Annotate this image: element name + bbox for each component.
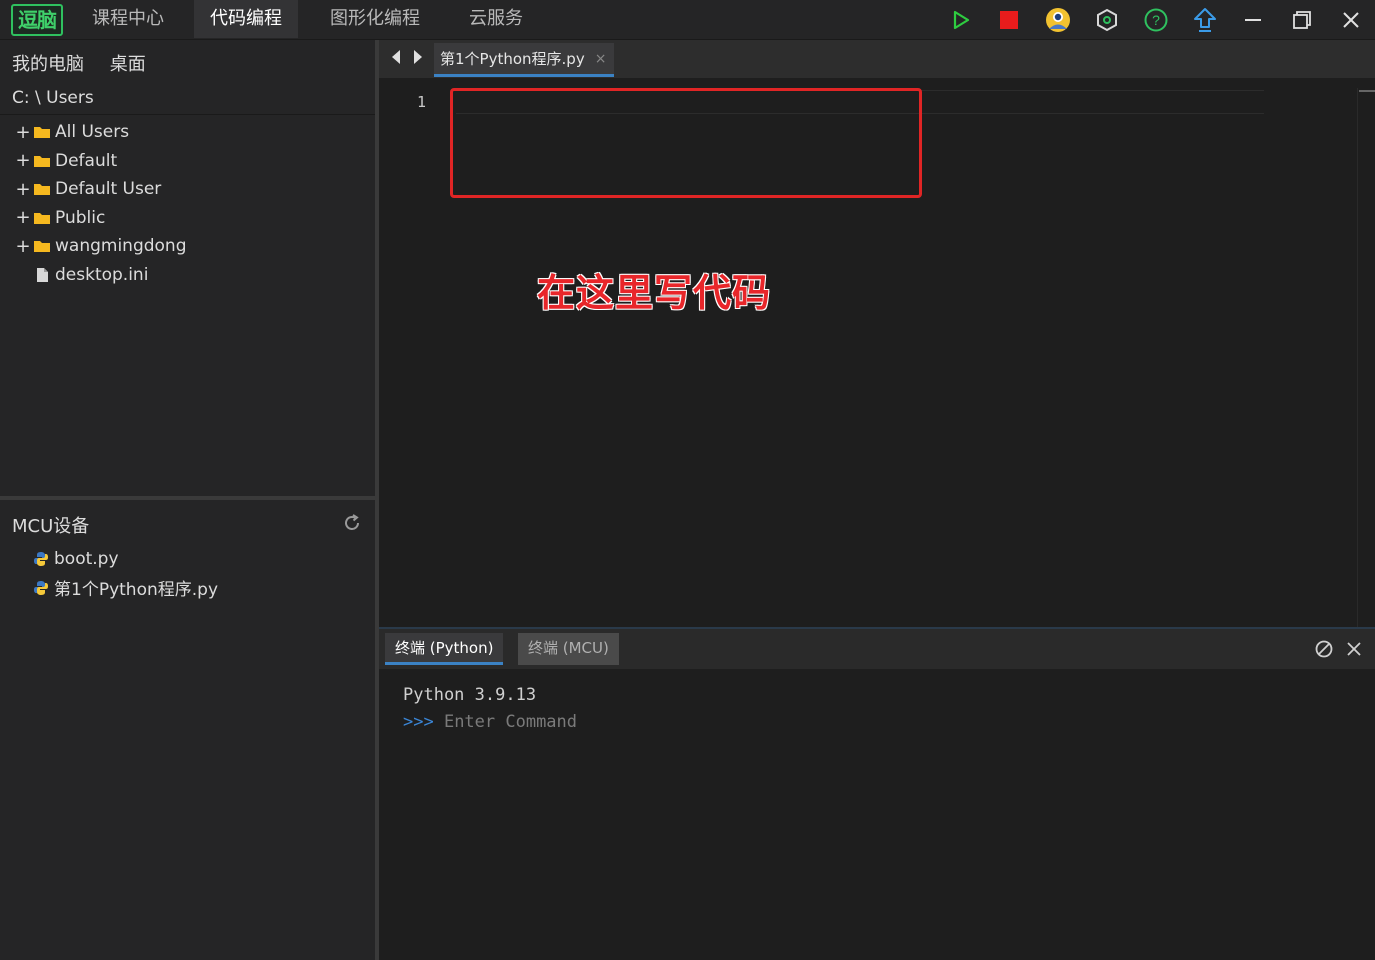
python-icon	[34, 552, 48, 567]
tree-item-label: wangmingdong	[55, 236, 187, 257]
scrollbar-marker	[1359, 90, 1375, 92]
mcu-file-boot-py[interactable]: boot.py	[0, 545, 375, 574]
clear-terminal-icon[interactable]	[1314, 639, 1334, 659]
code-editor[interactable]: 1 在这里写代码	[379, 78, 1375, 628]
close-terminal-icon[interactable]	[1344, 639, 1364, 659]
command-placeholder[interactable]: Enter Command	[434, 712, 577, 732]
annotation-text: 在这里写代码	[537, 271, 772, 315]
folder-icon	[34, 127, 50, 139]
file-explorer-panel: 我的电脑 桌面 C: \ Users + All Users + Default…	[0, 40, 375, 960]
mcu-file-list: boot.py 第1个Python程序.py	[0, 545, 375, 602]
prompt-symbol: >>>	[403, 712, 434, 732]
editor-scrollbar[interactable]	[1357, 88, 1373, 628]
minimize-icon[interactable]	[1238, 5, 1268, 35]
python-icon	[34, 580, 48, 595]
run-icon[interactable]	[946, 5, 976, 35]
tree-item-wangmingdong[interactable]: + wangmingdong	[0, 232, 375, 261]
mcu-file-label: boot.py	[54, 549, 119, 570]
expand-icon[interactable]: +	[12, 207, 34, 228]
folder-icon	[34, 184, 50, 196]
tree-item-label: Default	[55, 150, 118, 171]
close-icon[interactable]	[1336, 5, 1366, 35]
restore-icon[interactable]	[1287, 5, 1317, 35]
expand-icon[interactable]: +	[12, 122, 34, 143]
settings-hex-icon[interactable]	[1092, 5, 1122, 35]
tab-close-icon[interactable]: ×	[595, 43, 607, 75]
tree-item-label: All Users	[55, 122, 130, 143]
expand-icon[interactable]: +	[12, 179, 34, 200]
divider	[0, 496, 375, 500]
svg-text:?: ?	[1152, 12, 1160, 28]
editor-tab-label: 第1个Python程序.py	[440, 49, 585, 68]
file-tree: + All Users + Default + Default User + P…	[0, 118, 375, 289]
app-logo: 逗脑	[11, 4, 63, 36]
location-tab-desktop[interactable]: 桌面	[110, 54, 146, 75]
tab-scroll-right-icon[interactable]	[411, 48, 427, 66]
tab-scroll-left-icon[interactable]	[389, 48, 405, 66]
mcu-file-label: 第1个Python程序.py	[54, 580, 218, 601]
tree-item-label: desktop.ini	[55, 264, 149, 285]
file-icon	[37, 267, 48, 282]
title-bar: 逗脑 课程中心 代码编程 图形化编程 云服务 ?	[0, 0, 1375, 40]
refresh-icon[interactable]	[342, 513, 364, 535]
expand-icon[interactable]: +	[12, 150, 34, 171]
terminal-output[interactable]: Python 3.9.13 >>> Enter Command	[379, 669, 1375, 960]
expand-icon[interactable]: +	[12, 236, 34, 257]
tree-item-default[interactable]: + Default	[0, 147, 375, 176]
divider	[0, 114, 375, 115]
mcu-section-title: MCU设备	[12, 516, 90, 537]
folder-icon	[34, 241, 50, 253]
python-version-line: Python 3.9.13	[403, 685, 537, 705]
nav-tab-cloud-service[interactable]: 云服务	[453, 0, 539, 38]
tree-item-default-user[interactable]: + Default User	[0, 175, 375, 204]
stop-icon[interactable]	[994, 5, 1024, 35]
location-tab-my-computer[interactable]: 我的电脑	[12, 54, 84, 75]
tab-terminal-python[interactable]: 终端 (Python)	[385, 633, 504, 665]
mcu-file-first-python-program[interactable]: 第1个Python程序.py	[0, 574, 375, 603]
command-input-line[interactable]: >>> Enter Command	[403, 712, 577, 732]
tree-item-label: Public	[55, 207, 106, 228]
current-path: C: \ Users	[12, 88, 94, 108]
nav-tab-graphical-programming[interactable]: 图形化编程	[314, 0, 436, 38]
nav-tab-code-programming[interactable]: 代码编程	[194, 0, 298, 38]
annotation-highlight-box	[450, 88, 922, 198]
tree-item-desktop-ini[interactable]: desktop.ini	[0, 261, 375, 290]
tree-item-all-users[interactable]: + All Users	[0, 118, 375, 147]
help-icon[interactable]: ?	[1141, 5, 1171, 35]
terminal-tab-bar: 终端 (Python) 终端 (MCU)	[379, 629, 1375, 669]
tab-terminal-mcu[interactable]: 终端 (MCU)	[518, 633, 619, 665]
user-avatar-icon[interactable]	[1043, 5, 1073, 35]
line-number: 1	[417, 93, 427, 111]
tree-item-label: Default User	[55, 179, 162, 200]
upload-icon[interactable]	[1190, 5, 1220, 35]
editor-tab-first-python-program[interactable]: 第1个Python程序.py ×	[434, 43, 615, 77]
location-tabs: 我的电脑 桌面	[12, 50, 166, 76]
nav-tab-course-center[interactable]: 课程中心	[76, 0, 180, 38]
tree-item-public[interactable]: + Public	[0, 204, 375, 233]
folder-icon	[34, 155, 50, 167]
folder-icon	[34, 212, 50, 224]
